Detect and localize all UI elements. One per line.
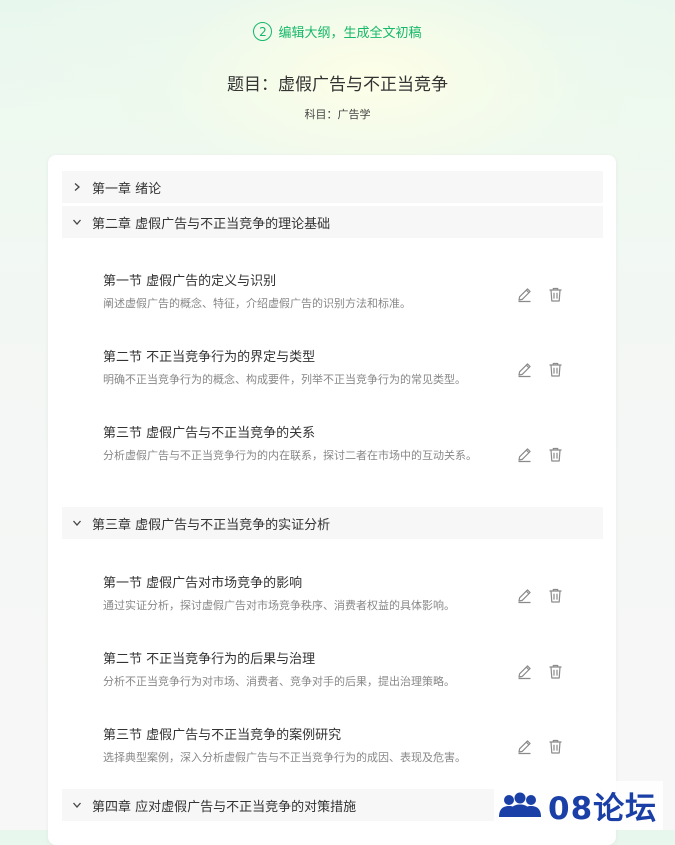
section-3-3[interactable]: 第三节 虚假广告与不正当竞争的案例研究 选择典型案例，深入分析虚假广告与不正当竞… — [103, 727, 503, 766]
section-2-3[interactable]: 第三节 虚假广告与不正当竞争的关系 分析虚假广告与不正当竞争行为的内在联系，探讨… — [103, 425, 503, 464]
pencil-icon[interactable] — [516, 587, 533, 604]
chapter-3[interactable]: 第三章 虚假广告与不正当竞争的实证分析 — [62, 507, 603, 539]
watermark-text: 08论坛 — [548, 791, 658, 827]
step-label: 编辑大纲，生成全文初稿 — [278, 26, 422, 41]
pencil-icon[interactable] — [516, 446, 533, 463]
trash-icon[interactable] — [547, 286, 564, 303]
section-title: 第三节 虚假广告与不正当竞争的案例研究 — [103, 728, 342, 743]
section-desc: 选择典型案例，深入分析虚假广告与不正当竞争行为的成因、表现及危害。 — [103, 751, 466, 764]
section-2-3-actions — [516, 446, 564, 463]
chapter-1-label: 第一章 绪论 — [92, 181, 162, 197]
trash-icon[interactable] — [547, 587, 564, 604]
chevron-down-icon[interactable] — [62, 518, 92, 528]
section-3-1[interactable]: 第一节 虚假广告对市场竞争的影响 通过实证分析，探讨虚假广告对市场竞争秩序、消费… — [103, 575, 503, 614]
section-desc: 明确不正当竞争行为的概念、构成要件，列举不正当竞争行为的常见类型。 — [103, 373, 466, 386]
trash-icon[interactable] — [547, 361, 564, 378]
section-2-2-actions — [516, 361, 564, 378]
section-2-1-actions — [516, 286, 564, 303]
chapter-1[interactable]: 第一章 绪论 — [62, 171, 603, 203]
section-title: 第二节 不正当竞争行为的界定与类型 — [103, 350, 316, 365]
chapter-3-label: 第三章 虚假广告与不正当竞争的实证分析 — [92, 517, 331, 533]
section-2-1[interactable]: 第一节 虚假广告的定义与识别 阐述虚假广告的概念、特征，介绍虚假广告的识别方法和… — [103, 273, 503, 312]
chevron-right-icon[interactable] — [62, 182, 92, 192]
chevron-down-icon[interactable] — [62, 800, 92, 810]
chevron-down-icon[interactable] — [62, 217, 92, 227]
step-indicator: 2 编辑大纲，生成全文初稿 — [0, 22, 675, 41]
chapter-4-label: 第四章 应对虚假广告与不正当竞争的对策措施 — [92, 799, 357, 815]
pencil-icon[interactable] — [516, 738, 533, 755]
chapter-2-label: 第二章 虚假广告与不正当竞争的理论基础 — [92, 216, 331, 232]
section-title: 第一节 虚假广告对市场竞争的影响 — [103, 576, 303, 591]
section-3-1-actions — [516, 587, 564, 604]
trash-icon[interactable] — [547, 663, 564, 680]
step-number: 2 — [253, 22, 273, 41]
section-desc: 阐述虚假广告的概念、特征，介绍虚假广告的识别方法和标准。 — [103, 297, 411, 310]
section-title: 第二节 不正当竞争行为的后果与治理 — [103, 652, 316, 667]
section-3-2-actions — [516, 663, 564, 680]
pencil-icon[interactable] — [516, 663, 533, 680]
trash-icon[interactable] — [547, 446, 564, 463]
section-2-2[interactable]: 第二节 不正当竞争行为的界定与类型 明确不正当竞争行为的概念、构成要件，列举不正… — [103, 349, 503, 388]
section-3-3-actions — [516, 738, 564, 755]
section-desc: 通过实证分析，探讨虚假广告对市场竞争秩序、消费者权益的具体影响。 — [103, 599, 455, 612]
chapter-2[interactable]: 第二章 虚假广告与不正当竞争的理论基础 — [62, 206, 603, 238]
pencil-icon[interactable] — [516, 361, 533, 378]
section-desc: 分析不正当竞争行为对市场、消费者、竞争对手的后果，提出治理策略。 — [103, 675, 455, 688]
section-desc: 分析虚假广告与不正当竞争行为的内在联系，探讨二者在市场中的互动关系。 — [103, 449, 477, 462]
section-title: 第三节 虚假广告与不正当竞争的关系 — [103, 426, 316, 441]
trash-icon[interactable] — [547, 738, 564, 755]
section-title: 第一节 虚假广告的定义与识别 — [103, 274, 277, 289]
page-title: 题目：虚假广告与不正当竞争 — [227, 75, 448, 95]
pencil-icon[interactable] — [516, 286, 533, 303]
users-group-icon — [499, 792, 541, 817]
section-3-2[interactable]: 第二节 不正当竞争行为的后果与治理 分析不正当竞争行为对市场、消费者、竞争对手的… — [103, 651, 503, 690]
subject-label: 科目：广告学 — [304, 108, 371, 121]
watermark-logo: 08论坛 — [494, 781, 664, 830]
